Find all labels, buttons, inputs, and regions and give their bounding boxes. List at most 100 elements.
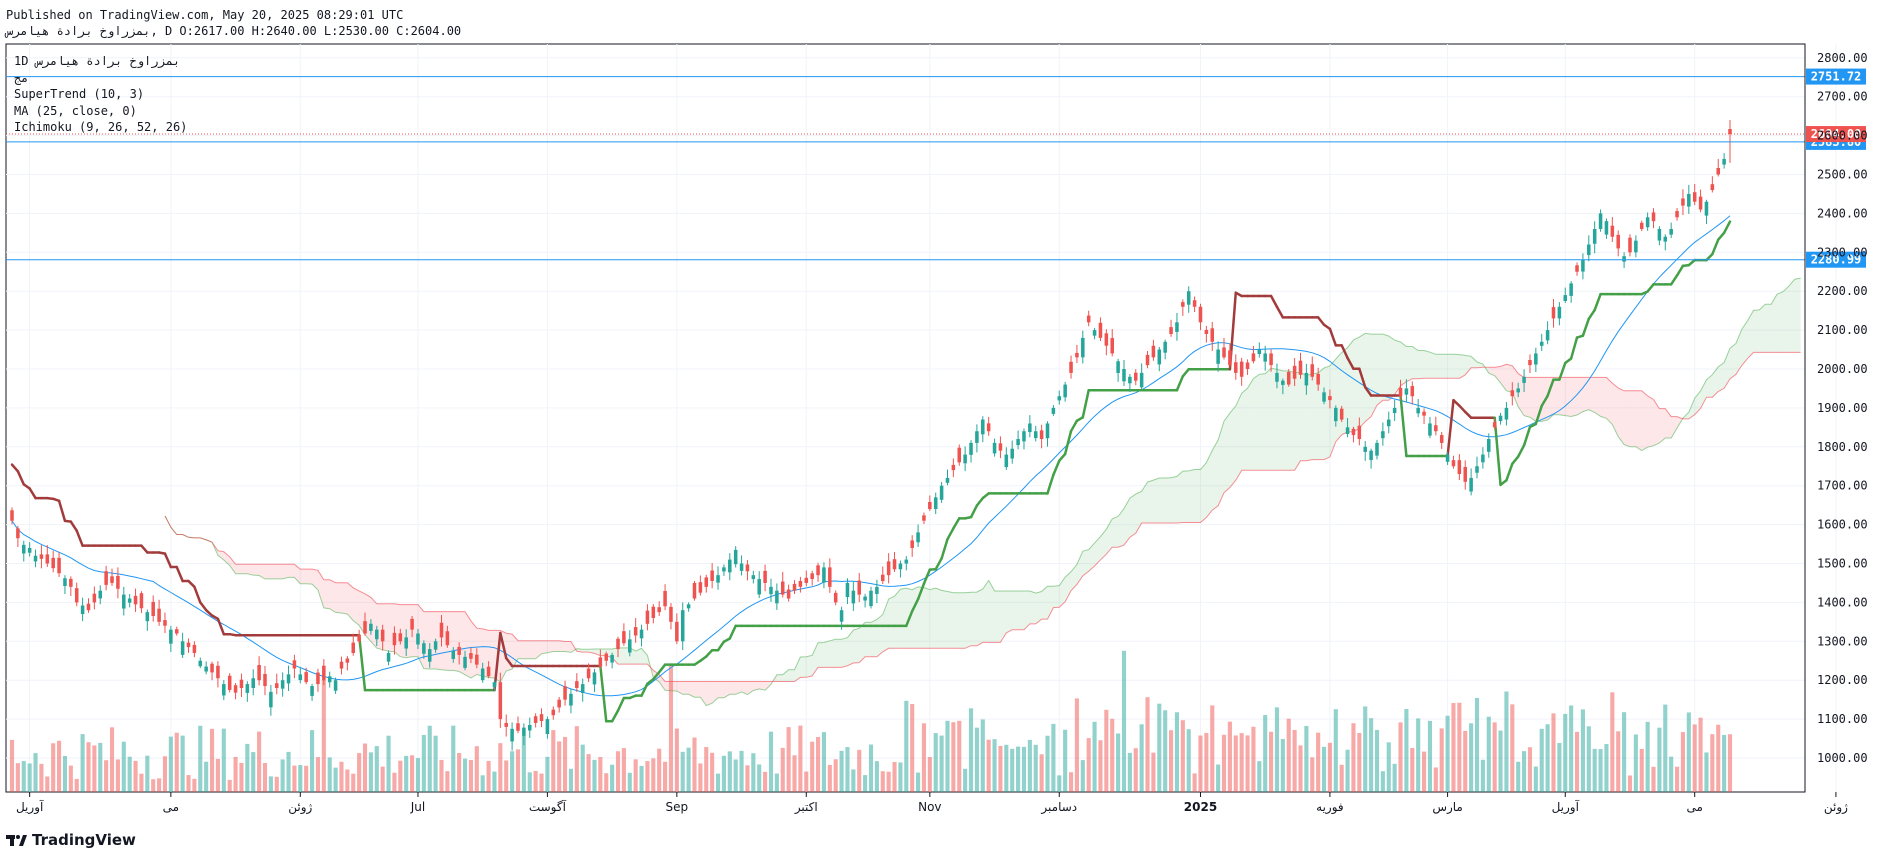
volume-bar (857, 749, 862, 792)
candle-body (569, 693, 573, 706)
candle-body (969, 442, 973, 455)
volume-bar (192, 778, 197, 792)
candle-body (1692, 192, 1697, 202)
volume-bar (380, 766, 385, 792)
volume-bar (492, 771, 497, 792)
candle-body (516, 723, 520, 731)
volume-bar (527, 772, 532, 792)
candle-body (657, 607, 661, 613)
volume-bar (374, 746, 379, 792)
volume-bar (1339, 764, 1344, 792)
candle-body (1381, 431, 1385, 439)
ichimoku-cloud-segment (1153, 478, 1160, 523)
volume-bar (427, 725, 432, 792)
ichimoku-cloud-segment (618, 647, 624, 665)
volume-bar (868, 744, 874, 792)
candle-body (928, 501, 932, 510)
volume-bar (1239, 733, 1244, 792)
ichimoku-cloud-segment (865, 622, 871, 657)
volume-bar (1092, 721, 1097, 792)
volume-bar (1333, 709, 1338, 792)
candle-body (933, 497, 938, 510)
volume-bar (1216, 764, 1221, 792)
candle-body (757, 579, 761, 595)
legend-ma[interactable]: MA (25, close, 0) (14, 103, 187, 120)
candle-body (728, 559, 732, 573)
candle-body (433, 641, 438, 650)
candle-body (716, 575, 720, 583)
ichimoku-cloud-segment (288, 564, 295, 578)
volume-bar (686, 747, 691, 792)
volume-bar (433, 735, 438, 792)
volume-bar (33, 753, 38, 792)
candle-body (1092, 330, 1097, 336)
candle-body (1022, 431, 1026, 442)
ichimoku-cloud-segment (465, 611, 471, 679)
candle-body (327, 676, 332, 683)
candle-body (422, 643, 426, 654)
volume-bar (933, 733, 938, 792)
ichimoku-cloud-segment (1565, 377, 1572, 417)
ichimoku-cloud-segment (1588, 377, 1595, 413)
candle-body (1504, 407, 1509, 420)
candle-body (1245, 362, 1250, 369)
volume-bar (615, 751, 621, 792)
candle-body (475, 654, 479, 665)
ichimoku-cloud-segment (947, 591, 954, 649)
volume-bar (827, 764, 832, 792)
ichimoku-cloud-segment (1647, 395, 1654, 448)
ichimoku-cloud-segment (1529, 377, 1536, 422)
volume-bar (1192, 773, 1197, 792)
tradingview-logo-icon (6, 835, 27, 846)
candle-body (463, 656, 467, 668)
volume-bar (1380, 771, 1385, 792)
volume-bar (645, 761, 650, 792)
y-tick-label: 2800.00 (1817, 51, 1868, 65)
candle-body (510, 728, 514, 742)
volume-bar (98, 742, 103, 792)
y-tick-label: 2200.00 (1817, 284, 1868, 298)
candle-body (1081, 337, 1085, 358)
ichimoku-cloud-segment (1788, 279, 1795, 353)
legend-ichimoku[interactable]: Ichimoku (9, 26, 52, 26) (14, 119, 187, 136)
volume-bar (239, 762, 244, 792)
candle-body (833, 592, 838, 603)
candle-body (1510, 390, 1515, 397)
volume-bar (1298, 745, 1303, 792)
candle-body (151, 601, 155, 617)
candle-body (810, 573, 814, 580)
volume-bar (351, 773, 356, 792)
candle-body (1310, 364, 1315, 377)
volume-bar (1374, 729, 1380, 792)
ichimoku-cloud-segment (1023, 591, 1030, 630)
candle-body (663, 590, 667, 607)
candle-body (857, 580, 861, 595)
legend-supertrend[interactable]: SuperTrend (10, 3) (14, 86, 187, 103)
candle-body (1534, 353, 1538, 365)
candle-body (1551, 307, 1556, 319)
candle-body (1386, 419, 1391, 427)
candle-body (186, 642, 191, 648)
ichimoku-cloud-segment (1171, 476, 1177, 523)
candle-body (1610, 225, 1615, 237)
candle-body (269, 691, 273, 708)
y-tick-label: 1100.00 (1817, 712, 1868, 726)
volume-bar (1080, 760, 1085, 792)
candle-body (1645, 217, 1650, 228)
volume-bar (204, 761, 209, 792)
volume-bar (1563, 713, 1568, 792)
ichimoku-cloud-segment (1200, 462, 1207, 523)
price-chart[interactable]: 2751.722583.802280.992604.00 1000.001100… (0, 0, 1878, 858)
candle-body (645, 610, 650, 624)
candle-body (63, 578, 67, 587)
candle-body (1539, 341, 1544, 346)
ichimoku-cloud-segment (971, 592, 977, 646)
candle-body (98, 590, 103, 599)
volume-bar (1527, 747, 1533, 792)
volume-bar (845, 747, 850, 792)
candle-body (675, 621, 679, 642)
candle-body (198, 660, 203, 667)
volume-bar (586, 754, 591, 792)
volume-bar (1392, 763, 1397, 792)
ichimoku-cloud-segment (1441, 354, 1448, 379)
